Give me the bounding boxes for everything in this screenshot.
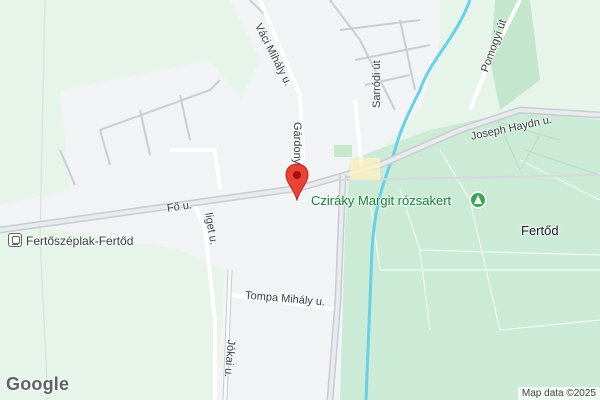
- train-station-icon[interactable]: [8, 233, 22, 247]
- station-label[interactable]: Fertőszéplak-Fertőd: [26, 235, 133, 247]
- poi-label-rose-garden[interactable]: Cziráky Margit rózsakert: [311, 194, 451, 207]
- park-tree-icon[interactable]: [469, 191, 487, 209]
- street-label-gardonyi: Gárdonyi: [291, 122, 303, 167]
- town-label-fertod[interactable]: Fertőd: [521, 224, 559, 237]
- google-logo: Google: [6, 374, 70, 394]
- map-attribution[interactable]: Map data ©2025: [517, 387, 600, 400]
- map-canvas[interactable]: Váci Mihály u. Gárdonyi Sarródi út Pomog…: [0, 0, 600, 400]
- location-pin-icon[interactable]: [285, 163, 309, 201]
- street-label-sarrodi: Sarródi út: [371, 60, 383, 108]
- street-label-jokai: Jókai u.: [221, 339, 237, 378]
